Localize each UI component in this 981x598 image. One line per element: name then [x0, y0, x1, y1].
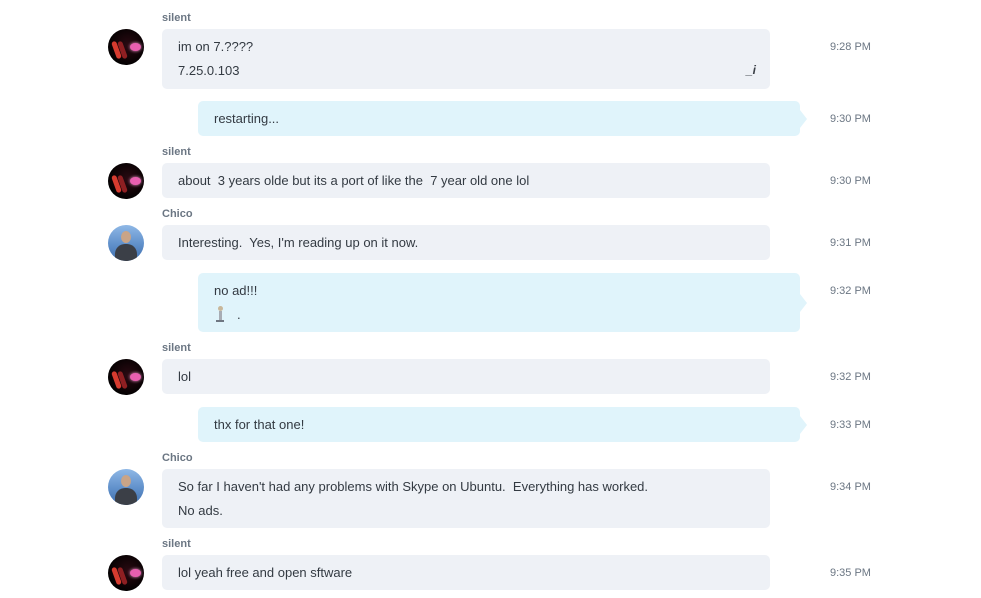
message-text: .: [237, 307, 241, 322]
message-bubble[interactable]: So far I haven't had any problems with S…: [162, 469, 770, 528]
message-bubble[interactable]: Interesting. Yes, I'm reading up on it n…: [162, 225, 770, 260]
message-timestamp: 9:32 PM: [830, 371, 871, 383]
message-bubble[interactable]: lol yeah free and open sftware: [162, 555, 770, 590]
message-timestamp: 9:28 PM: [830, 41, 871, 53]
avatar[interactable]: [108, 359, 144, 395]
message-bubble[interactable]: lol: [162, 359, 770, 394]
message-timestamp: 9:31 PM: [830, 237, 871, 249]
avatar[interactable]: [108, 555, 144, 591]
message-text: restarting...: [214, 111, 280, 126]
message-timestamp: 9:33 PM: [830, 419, 871, 431]
message-text: No ads.: [178, 503, 223, 518]
message-bubble[interactable]: thx for that one!: [198, 407, 800, 442]
avatar-eye-icon: [130, 373, 141, 381]
sender-name[interactable]: silent: [162, 538, 191, 550]
chat-history[interactable]: silent im on 7.???? 7.25.0.103 _i 9:28 P…: [0, 0, 981, 598]
sender-name[interactable]: silent: [162, 146, 191, 158]
sender-name[interactable]: silent: [162, 12, 191, 24]
avatar-eye-icon: [130, 177, 141, 185]
message-text: lol: [178, 369, 192, 384]
avatar[interactable]: [108, 469, 144, 505]
message-timestamp: 9:35 PM: [830, 567, 871, 579]
avatar[interactable]: [108, 225, 144, 261]
message-bubble[interactable]: restarting...: [198, 101, 800, 136]
message-bubble[interactable]: im on 7.???? 7.25.0.103 _i: [162, 29, 770, 89]
sender-name[interactable]: Chico: [162, 452, 193, 464]
message-text: im on 7.????: [178, 39, 254, 54]
message-text: thx for that one!: [214, 417, 305, 432]
avatar-eye-icon: [130, 569, 141, 577]
message-text: 7.25.0.103: [178, 63, 240, 78]
sender-name[interactable]: silent: [162, 342, 191, 354]
message-text: So far I haven't had any problems with S…: [178, 479, 649, 494]
message-text: Interesting. Yes, I'm reading up on it n…: [178, 235, 419, 250]
sender-name[interactable]: Chico: [162, 208, 193, 220]
message-text: about 3 years olde but its a port of lik…: [178, 173, 530, 188]
message-timestamp: 9:30 PM: [830, 113, 871, 125]
person-emoticon-icon[interactable]: [214, 306, 226, 322]
message-timestamp: 9:32 PM: [830, 285, 871, 297]
message-text: lol yeah free and open sftware: [178, 565, 353, 580]
message-text: no ad!!!: [214, 283, 258, 298]
message-bubble[interactable]: no ad!!! .: [198, 273, 800, 332]
message-timestamp: 9:34 PM: [830, 481, 871, 493]
avatar[interactable]: [108, 29, 144, 65]
edited-icon[interactable]: _i: [746, 63, 756, 77]
message-timestamp: 9:30 PM: [830, 175, 871, 187]
avatar[interactable]: [108, 163, 144, 199]
avatar-eye-icon: [130, 43, 141, 51]
message-bubble[interactable]: about 3 years olde but its a port of lik…: [162, 163, 770, 198]
